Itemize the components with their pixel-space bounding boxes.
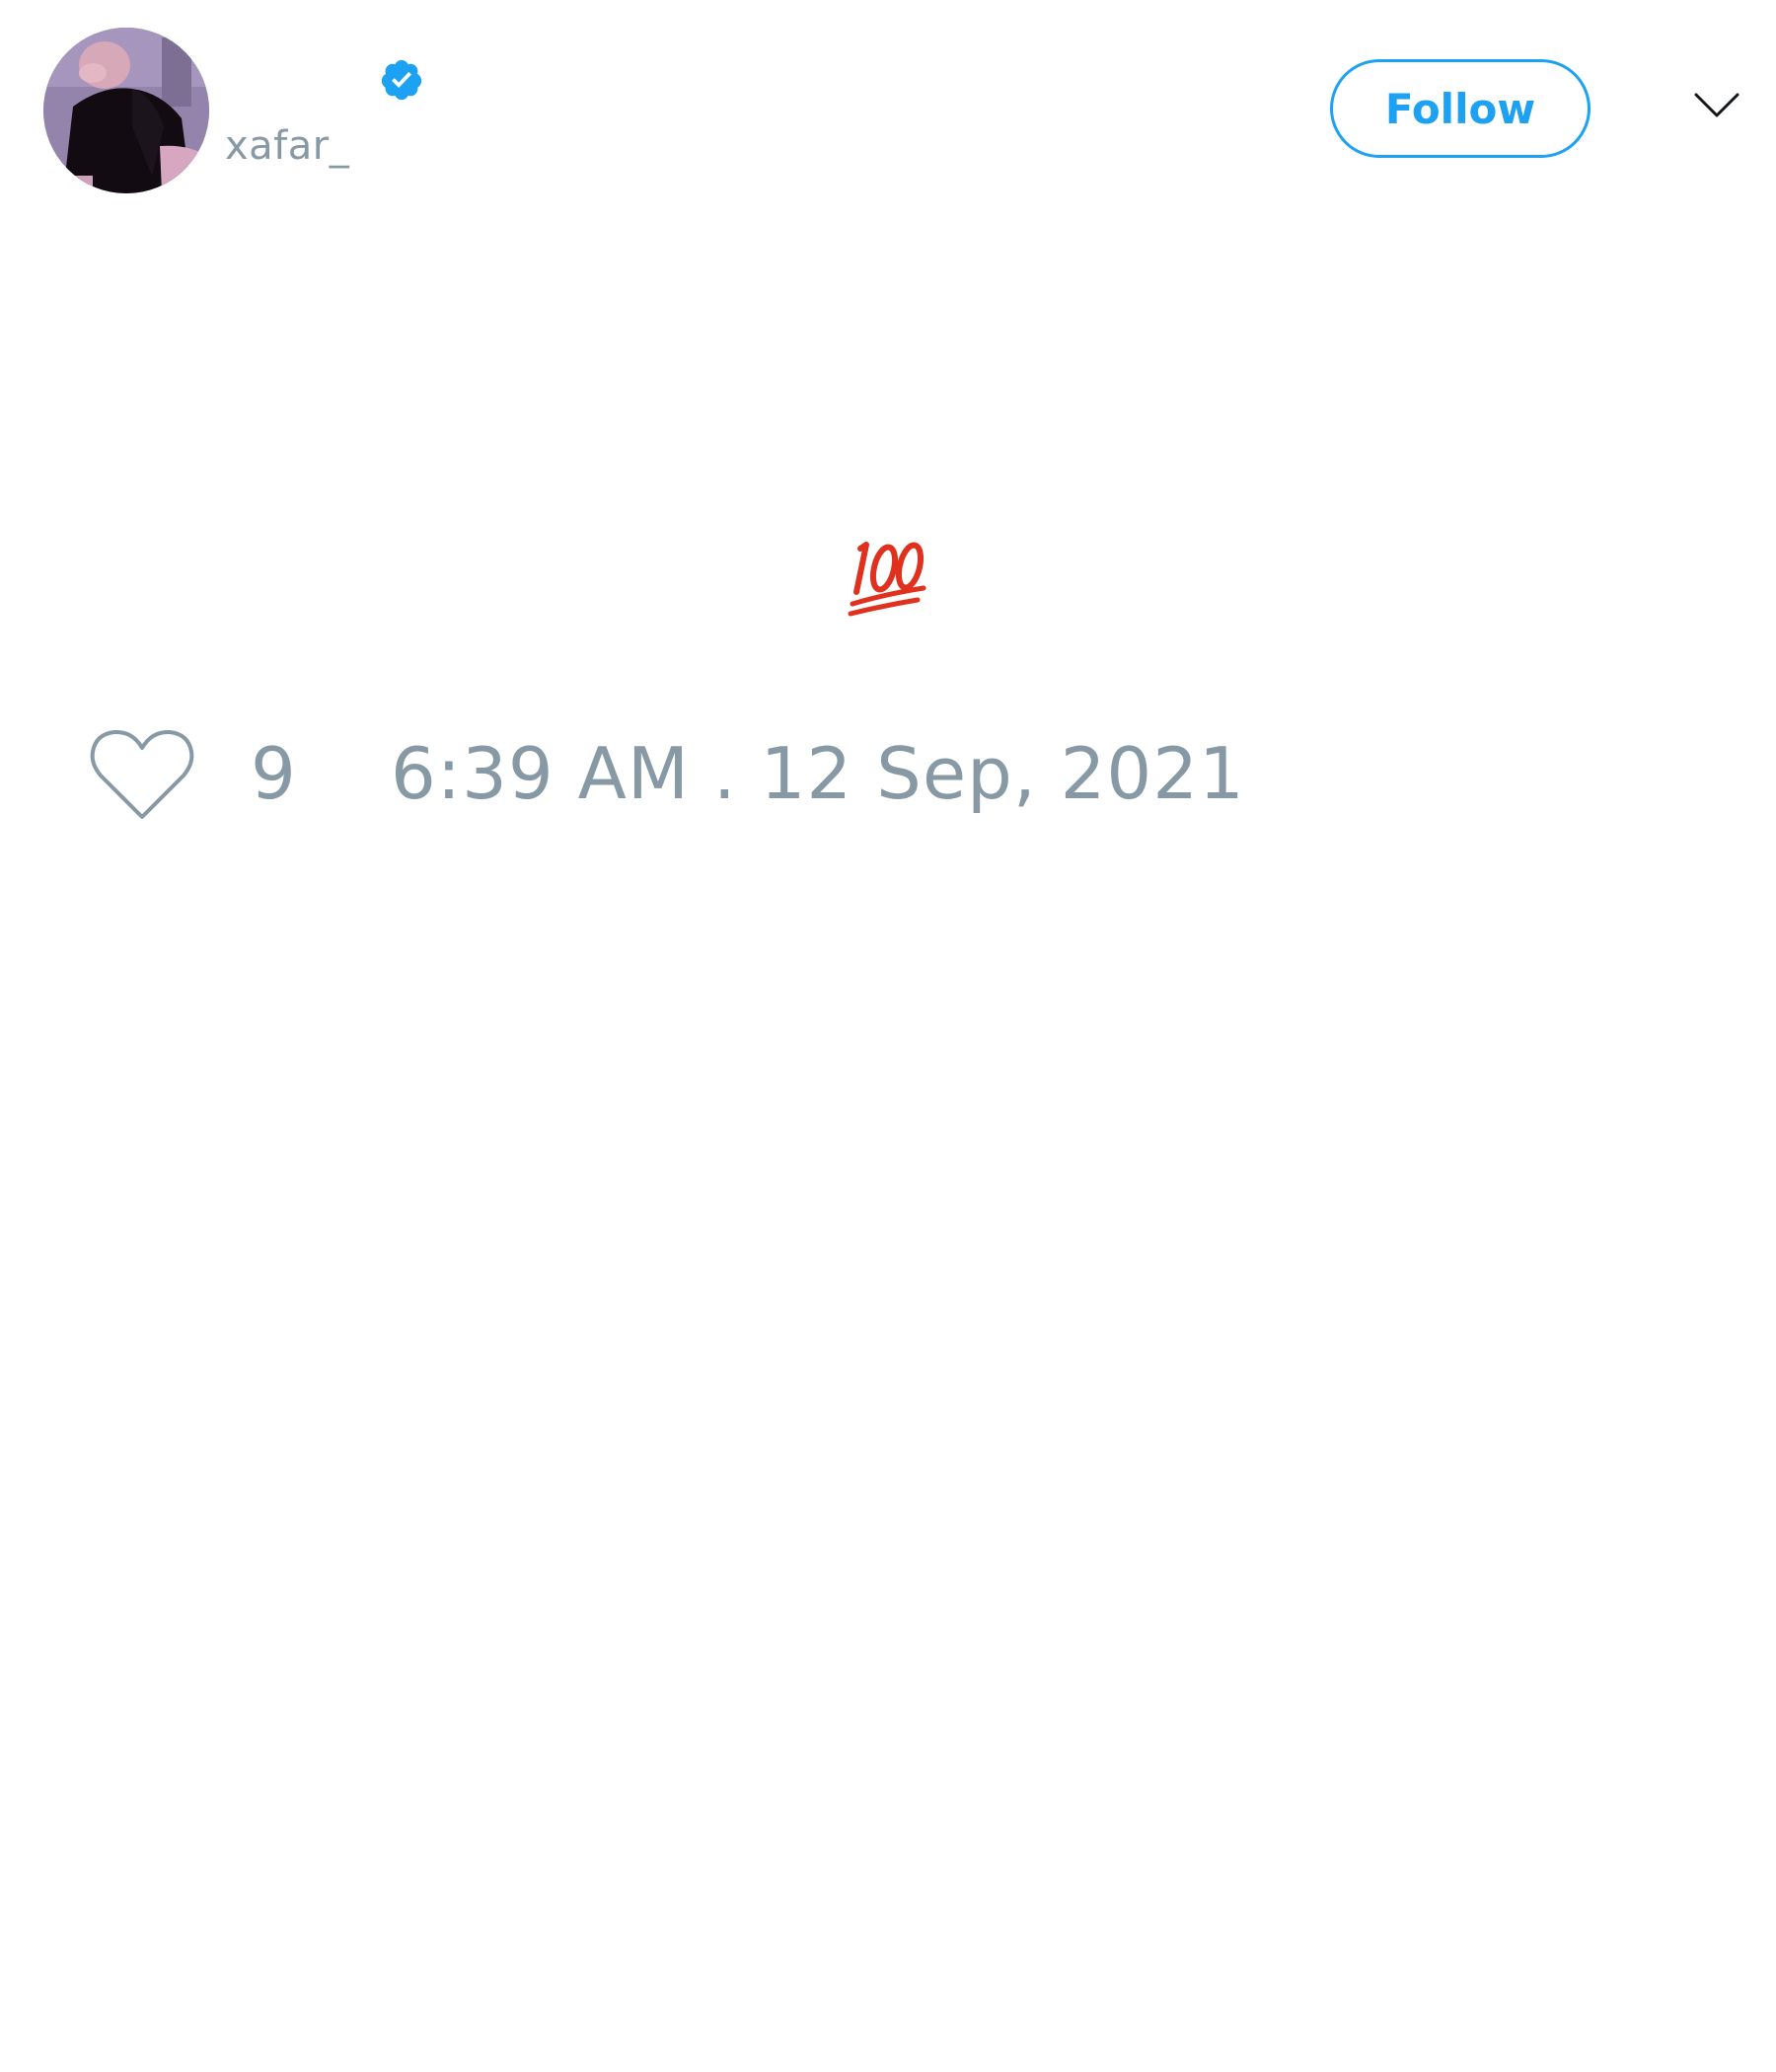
- hundred-points-emoji-icon: [848, 541, 926, 617]
- avatar[interactable]: [43, 28, 209, 193]
- chevron-down-icon[interactable]: [1693, 91, 1740, 120]
- author-handle[interactable]: xafar_: [225, 126, 349, 166]
- tweet-text: [0, 529, 1776, 620]
- follow-button[interactable]: Follow: [1330, 59, 1591, 158]
- like-count: 9: [251, 732, 296, 815]
- heart-icon[interactable]: [89, 728, 195, 823]
- tweet-card: xafar_ Follow 9 6:39 AM . 12 Sep, 2021: [0, 0, 1776, 2072]
- tweet-timestamp[interactable]: 6:39 AM . 12 Sep, 2021: [391, 738, 1245, 809]
- verified-badge-icon: [381, 59, 422, 101]
